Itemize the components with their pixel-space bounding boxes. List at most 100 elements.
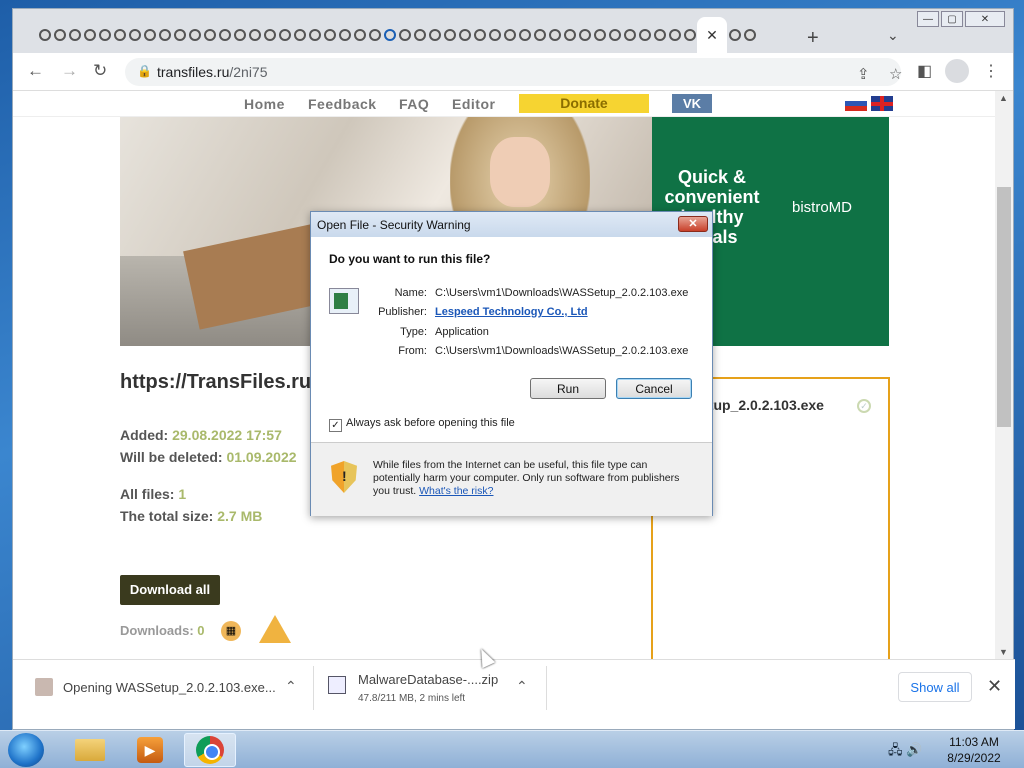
tab[interactable] xyxy=(337,27,352,43)
address-bar[interactable]: 🔒 transfiles.ru/2ni75 ⇪ ☆ xyxy=(125,58,902,86)
active-tab-close-button[interactable]: ✕ xyxy=(697,17,727,53)
profile-avatar[interactable] xyxy=(945,59,969,83)
qr-code-icon[interactable]: ▦ xyxy=(221,621,241,641)
maximize-button[interactable]: ▢ xyxy=(941,11,963,27)
tab[interactable] xyxy=(352,27,367,43)
network-icon[interactable]: 🖧 xyxy=(888,742,903,757)
ad-brand-logo: bistroMD xyxy=(792,199,853,216)
clock[interactable]: 11:03 AM 8/29/2022 xyxy=(936,734,1012,766)
donate-button[interactable]: Donate xyxy=(519,94,649,113)
tab[interactable] xyxy=(517,27,532,43)
tab[interactable] xyxy=(667,27,682,43)
show-all-button[interactable]: Show all xyxy=(898,672,972,702)
tab[interactable] xyxy=(562,27,577,43)
zip-file-icon xyxy=(328,676,346,694)
download-item[interactable]: Opening WASSetup_2.0.2.103.exe... ⌃ xyxy=(13,660,313,716)
tab[interactable] xyxy=(622,27,637,43)
tab[interactable] xyxy=(547,27,562,43)
side-panel-icon[interactable]: ◧ xyxy=(917,61,932,81)
share-icon[interactable]: ⇪ xyxy=(857,65,870,83)
always-ask-checkbox[interactable]: ✓ Always ask before opening this file xyxy=(329,417,515,432)
tab[interactable] xyxy=(592,27,607,43)
tab[interactable] xyxy=(67,27,82,43)
tab[interactable] xyxy=(37,27,52,43)
lock-icon[interactable]: 🔒 xyxy=(137,64,152,78)
tab[interactable] xyxy=(157,27,172,43)
tab[interactable] xyxy=(82,27,97,43)
tab[interactable] xyxy=(142,27,157,43)
tab[interactable] xyxy=(232,27,247,43)
tab[interactable] xyxy=(112,27,127,43)
tab[interactable] xyxy=(427,27,442,43)
vk-button[interactable]: VK xyxy=(672,94,712,113)
tab[interactable] xyxy=(637,27,652,43)
tab[interactable] xyxy=(532,27,547,43)
tab[interactable] xyxy=(307,27,322,43)
nav-editor[interactable]: Editor xyxy=(452,96,495,112)
chrome-icon xyxy=(196,736,224,764)
scrollbar-thumb[interactable] xyxy=(997,187,1011,427)
tab[interactable] xyxy=(247,27,262,43)
taskbar-chrome[interactable] xyxy=(184,733,236,767)
minimize-button[interactable]: — xyxy=(917,11,939,27)
whats-the-risk-link[interactable]: What's the risk? xyxy=(419,485,493,497)
tab[interactable] xyxy=(97,27,112,43)
taskbar-file-explorer[interactable] xyxy=(64,733,116,767)
chevron-up-icon[interactable]: ⌃ xyxy=(285,678,297,695)
tab[interactable] xyxy=(172,27,187,43)
start-button[interactable] xyxy=(8,733,44,767)
menu-kebab-icon[interactable]: ⋮ xyxy=(983,61,999,81)
url-path: /2ni75 xyxy=(229,64,268,80)
checkbox-checked-icon[interactable]: ✓ xyxy=(329,419,342,432)
close-downloads-bar-icon[interactable]: ✕ xyxy=(987,676,1002,697)
tab[interactable] xyxy=(457,27,472,43)
taskbar-media-player[interactable]: ▶ xyxy=(124,733,176,767)
nav-feedback[interactable]: Feedback xyxy=(308,96,377,112)
window-close-button[interactable]: ✕ xyxy=(965,11,1005,27)
warning-icon[interactable] xyxy=(259,615,291,643)
tab[interactable] xyxy=(577,27,592,43)
tab[interactable] xyxy=(502,27,517,43)
tab[interactable] xyxy=(472,27,487,43)
tab-search-button[interactable]: ⌄ xyxy=(887,27,899,44)
tab[interactable] xyxy=(397,27,412,43)
page-scrollbar[interactable]: ▲ ▼ xyxy=(995,91,1013,659)
tab[interactable] xyxy=(322,27,337,43)
volume-icon[interactable]: 🔊 xyxy=(906,742,922,757)
tab[interactable] xyxy=(52,27,67,43)
tab[interactable] xyxy=(187,27,202,43)
nav-faq[interactable]: FAQ xyxy=(399,96,429,112)
chevron-up-icon[interactable]: ⌃ xyxy=(516,678,528,695)
tab[interactable] xyxy=(487,27,502,43)
tab[interactable] xyxy=(742,27,757,43)
tab[interactable] xyxy=(412,27,427,43)
file-name[interactable]: etup_2.0.2.103.exe xyxy=(701,397,824,413)
dialog-close-button[interactable]: ✕ xyxy=(678,216,708,232)
forward-button[interactable]: → xyxy=(61,61,78,81)
publisher-link[interactable]: Lespeed Technology Co., Ltd xyxy=(435,306,588,318)
russian-flag-icon[interactable] xyxy=(845,96,867,111)
tab[interactable] xyxy=(277,27,292,43)
reload-button[interactable]: ↻ xyxy=(93,61,107,81)
tab[interactable] xyxy=(367,27,382,43)
tab[interactable] xyxy=(217,27,232,43)
tab[interactable] xyxy=(652,27,667,43)
download-item[interactable]: MalwareDatabase-....zip 47.8/211 MB, 2 m… xyxy=(314,660,546,716)
tab[interactable] xyxy=(127,27,142,43)
tab[interactable] xyxy=(682,27,697,43)
new-tab-button[interactable]: + xyxy=(807,27,819,50)
run-button[interactable]: Run xyxy=(530,378,606,399)
cancel-button[interactable]: Cancel xyxy=(616,378,692,399)
tab[interactable] xyxy=(607,27,622,43)
nav-home[interactable]: Home xyxy=(244,96,285,112)
tab[interactable] xyxy=(292,27,307,43)
tab[interactable] xyxy=(262,27,277,43)
tab[interactable] xyxy=(382,27,397,43)
back-button[interactable]: ← xyxy=(27,61,44,81)
download-all-button[interactable]: Download all xyxy=(120,575,220,605)
tab[interactable] xyxy=(442,27,457,43)
tab[interactable] xyxy=(727,27,742,43)
tab[interactable] xyxy=(202,27,217,43)
bookmark-star-icon[interactable]: ☆ xyxy=(889,65,902,83)
english-flag-icon[interactable] xyxy=(871,96,893,111)
